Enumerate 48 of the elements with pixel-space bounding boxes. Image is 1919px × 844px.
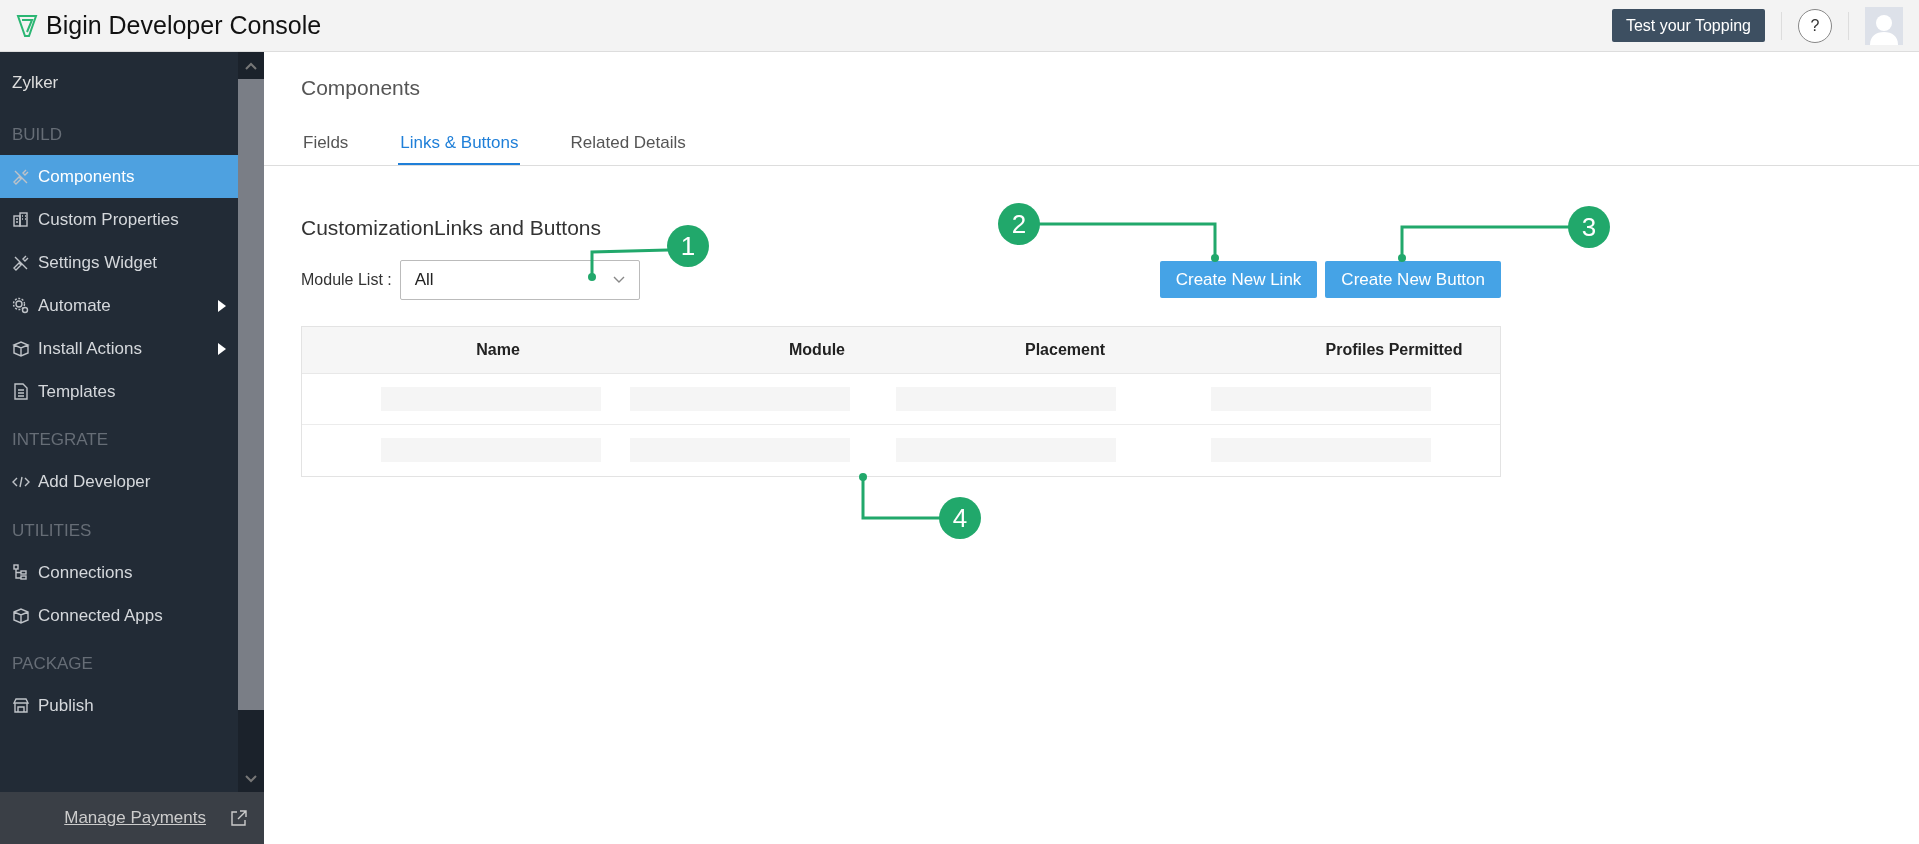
column-header: Module	[788, 339, 846, 360]
section-heading: PACKAGE	[11, 653, 94, 675]
avatar[interactable]	[1865, 6, 1903, 45]
external-link-icon	[230, 809, 248, 827]
callout-number: 1	[667, 225, 709, 267]
tools-icon	[12, 253, 30, 272]
sidebar-item[interactable]: Automate	[0, 284, 238, 327]
column-header: Name	[475, 339, 521, 360]
section-heading: UTILITIES	[11, 519, 93, 542]
sidebar-item[interactable]: Publish	[0, 684, 238, 728]
tab[interactable]: Related Details	[568, 129, 688, 165]
section-heading: INTEGRATE	[11, 429, 110, 451]
help-button[interactable]: ?	[1798, 8, 1832, 43]
column-header: Profiles Permitted	[1324, 339, 1464, 360]
sidebar-item[interactable]: Install Actions	[0, 327, 238, 370]
sidebar-item[interactable]: Add Developer	[0, 460, 238, 504]
callout-number: 3	[1568, 206, 1610, 248]
sidebar-item[interactable]: Connected Apps	[0, 594, 238, 637]
app-title: Bigin Developer Console	[46, 9, 322, 41]
section-title: CustomizationLinks and Buttons	[301, 215, 601, 241]
section-heading: BUILD	[11, 123, 64, 146]
org-name: Zylker	[11, 72, 60, 94]
document-icon	[12, 382, 30, 401]
callout-number: 4	[939, 497, 981, 539]
tab[interactable]: Links & Buttons	[398, 129, 521, 165]
building-icon	[12, 210, 30, 229]
sidebar-item[interactable]: Custom Properties	[0, 198, 238, 241]
tools-icon	[12, 167, 30, 186]
hierarchy-icon	[12, 563, 30, 582]
scroll-down-icon	[245, 774, 257, 783]
sidebar-item[interactable]: Settings Widget	[0, 241, 238, 284]
person-silhouette-icon	[1869, 12, 1899, 45]
module-dropdown[interactable]: All	[399, 259, 640, 300]
store-icon	[12, 697, 30, 715]
gears-icon	[12, 296, 30, 315]
tab[interactable]: Fields	[301, 129, 351, 165]
callout-number: 2	[998, 203, 1040, 245]
box-icon	[12, 339, 30, 358]
cube-icon	[12, 606, 30, 625]
page-title: Components	[301, 75, 422, 101]
field-label: Module List :	[301, 269, 392, 290]
column-header: Placement	[1023, 339, 1106, 360]
logo-icon	[16, 13, 38, 38]
sidebar-item[interactable]: Connections	[0, 551, 238, 594]
scroll-up-icon	[245, 61, 257, 70]
caret-icon	[612, 275, 625, 284]
sidebar-item[interactable]: Templates	[0, 370, 238, 413]
test-button[interactable]: Test your Topping	[1611, 9, 1765, 42]
